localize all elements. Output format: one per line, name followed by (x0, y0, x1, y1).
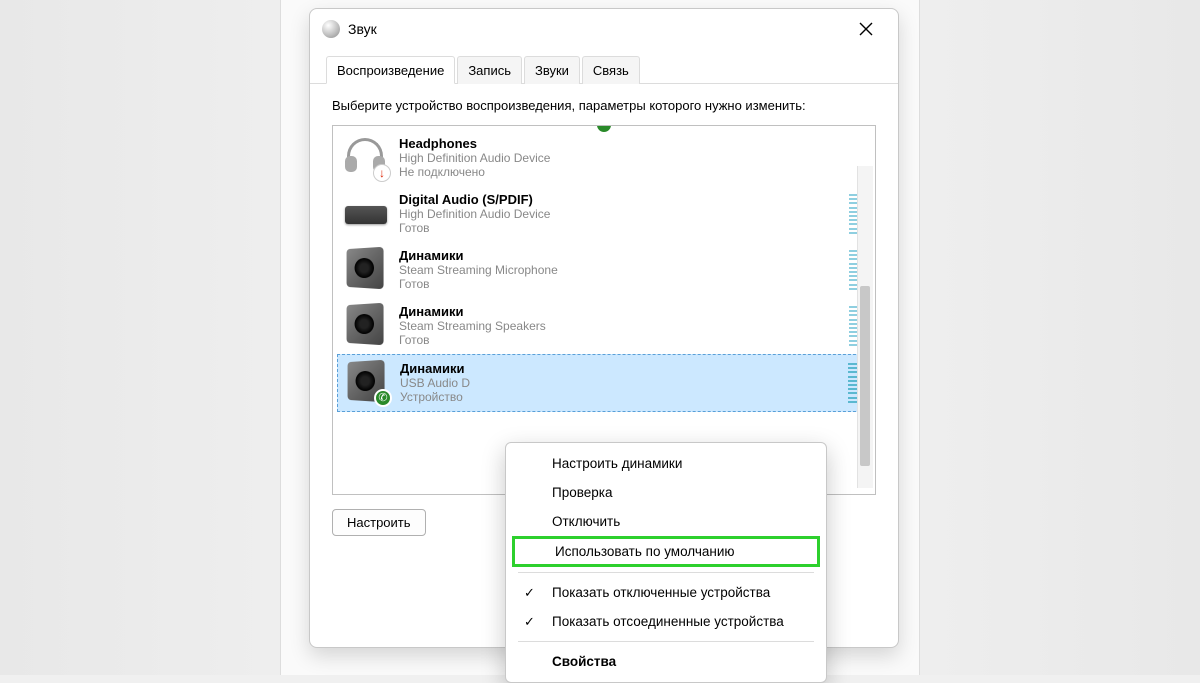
close-icon (859, 22, 873, 36)
device-name: Headphones (399, 136, 863, 151)
device-info: Динамики USB Audio D Устройство (400, 361, 838, 404)
device-info: Digital Audio (S/PDIF) High Definition A… (399, 192, 839, 235)
menu-show-disabled[interactable]: Показать отключенные устройства (506, 578, 826, 607)
device-name: Динамики (399, 248, 839, 263)
device-row-usb-audio[interactable]: Динамики USB Audio D Устройство (337, 354, 871, 412)
instruction-text: Выберите устройство воспроизведения, пар… (332, 98, 876, 115)
scrollbar-thumb[interactable] (860, 286, 870, 466)
device-name: Динамики (399, 304, 839, 319)
menu-disable[interactable]: Отключить (506, 507, 826, 536)
tab-playback[interactable]: Воспроизведение (326, 56, 455, 84)
context-menu: Настроить динамики Проверка Отключить Ис… (505, 442, 827, 683)
device-status: Готов (399, 333, 839, 347)
device-row-steam-speakers[interactable]: Динамики Steam Streaming Speakers Готов (337, 298, 871, 354)
menu-separator (518, 641, 814, 642)
device-desc: High Definition Audio Device (399, 151, 863, 165)
device-status: Не подключено (399, 165, 863, 179)
spdif-icon (345, 192, 389, 236)
titlebar: Звук (310, 9, 898, 49)
device-name: Digital Audio (S/PDIF) (399, 192, 839, 207)
tab-communications[interactable]: Связь (582, 56, 640, 84)
device-row-steam-mic[interactable]: Динамики Steam Streaming Microphone Гото… (337, 242, 871, 298)
device-desc: High Definition Audio Device (399, 207, 839, 221)
device-info: Headphones High Definition Audio Device … (399, 136, 863, 179)
menu-test[interactable]: Проверка (506, 478, 826, 507)
device-desc: Steam Streaming Microphone (399, 263, 839, 277)
device-info: Динамики Steam Streaming Microphone Гото… (399, 248, 839, 291)
device-status: Устройство (400, 390, 838, 404)
sound-icon (322, 20, 340, 38)
speaker-icon (346, 361, 390, 405)
menu-separator (518, 572, 814, 573)
device-info: Динамики Steam Streaming Speakers Готов (399, 304, 839, 347)
device-list[interactable]: Headphones High Definition Audio Device … (332, 125, 876, 495)
headphones-icon (345, 136, 389, 180)
default-comm-badge-icon (374, 389, 392, 407)
device-desc: USB Audio D (400, 376, 838, 390)
speaker-icon (345, 304, 389, 348)
configure-button[interactable]: Настроить (332, 509, 426, 536)
menu-show-disconnected[interactable]: Показать отсоединенные устройства (506, 607, 826, 636)
device-row-spdif[interactable]: Digital Audio (S/PDIF) High Definition A… (337, 186, 871, 242)
unplugged-badge-icon (373, 164, 391, 182)
menu-properties[interactable]: Свойства (506, 647, 826, 676)
device-status: Готов (399, 277, 839, 291)
window-title: Звук (348, 21, 846, 37)
device-row-headphones[interactable]: Headphones High Definition Audio Device … (337, 130, 871, 186)
menu-configure-speakers[interactable]: Настроить динамики (506, 449, 826, 478)
speaker-icon (345, 248, 389, 292)
tab-recording[interactable]: Запись (457, 56, 522, 84)
close-button[interactable] (846, 13, 886, 45)
tab-bar: Воспроизведение Запись Звуки Связь (310, 55, 898, 84)
tab-sounds[interactable]: Звуки (524, 56, 580, 84)
scrollbar[interactable] (857, 166, 873, 488)
device-name: Динамики (400, 361, 838, 376)
device-status: Готов (399, 221, 839, 235)
menu-set-default[interactable]: Использовать по умолчанию (512, 536, 820, 567)
device-desc: Steam Streaming Speakers (399, 319, 839, 333)
